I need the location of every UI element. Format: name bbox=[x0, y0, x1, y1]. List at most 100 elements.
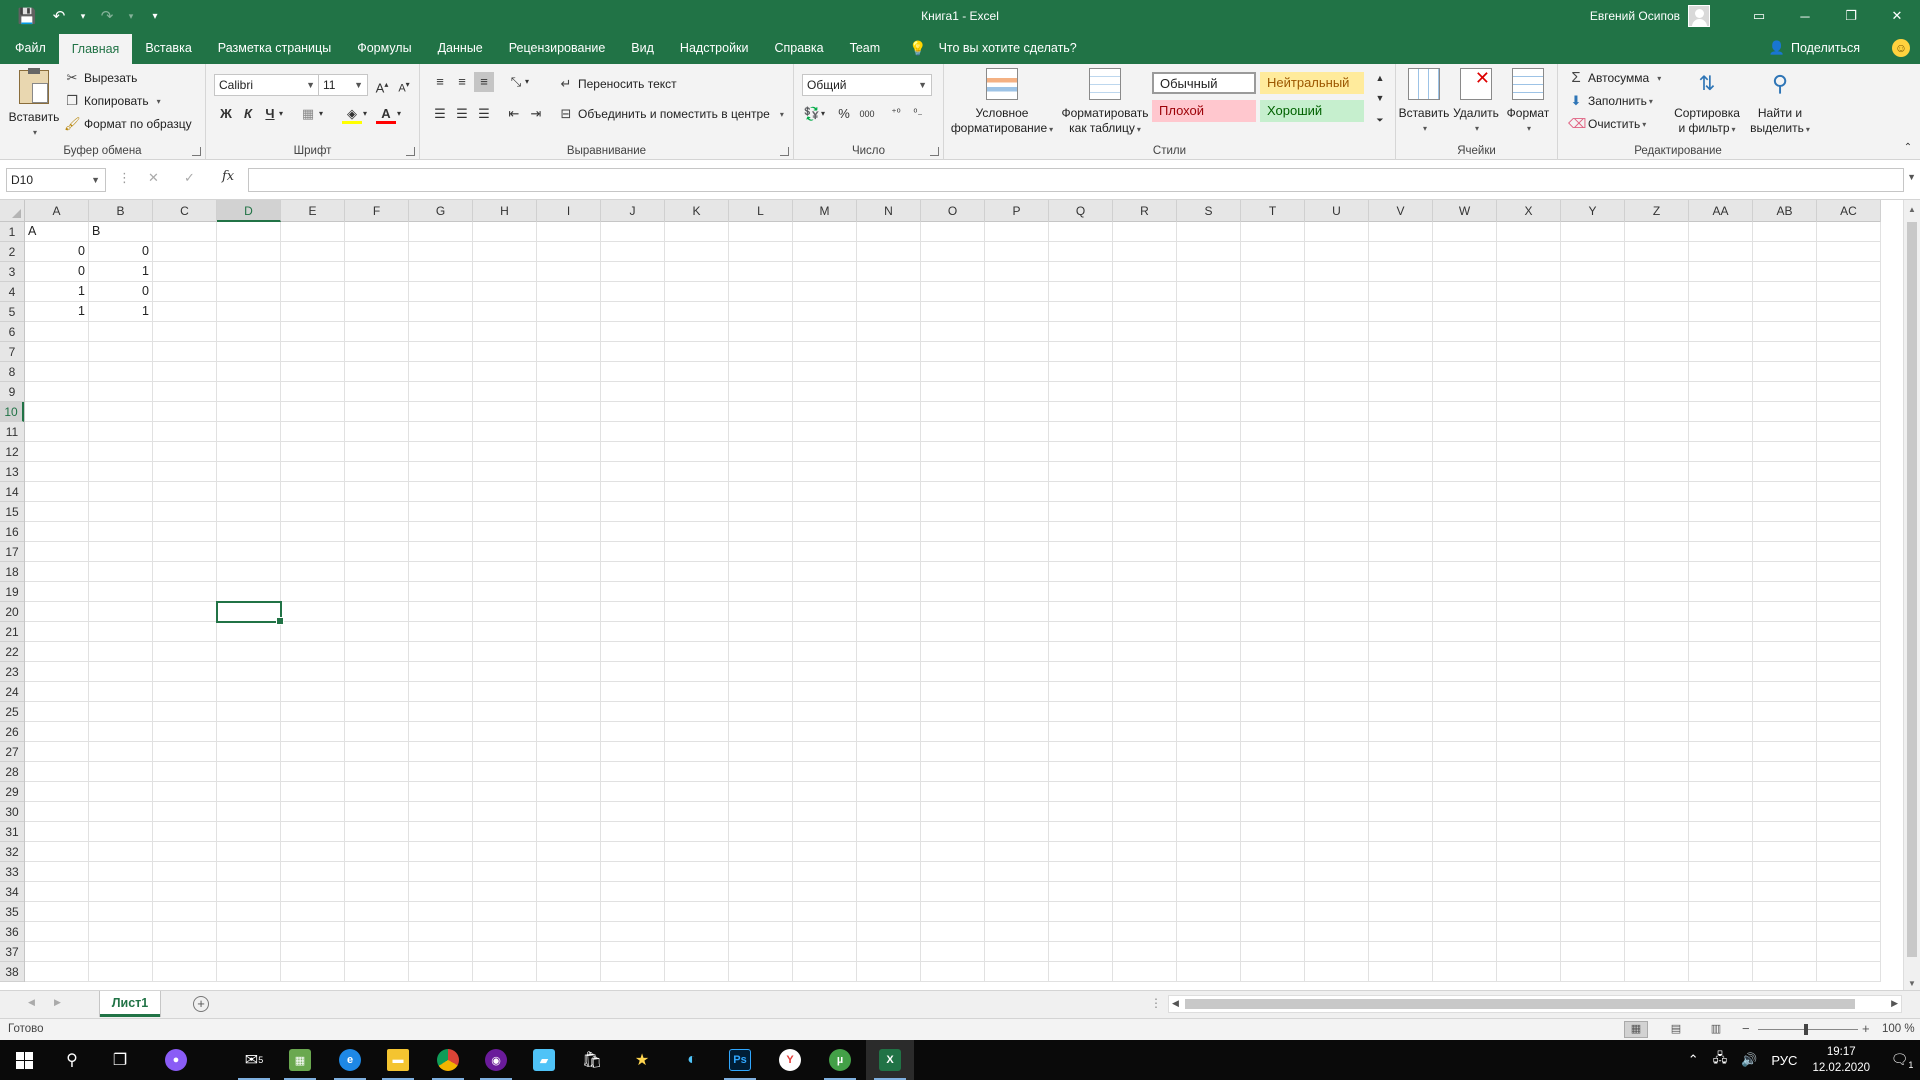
styles-scroll-up-icon[interactable]: ▲ bbox=[1370, 68, 1390, 88]
cell[interactable] bbox=[1817, 802, 1881, 822]
cell[interactable] bbox=[729, 382, 793, 402]
cell[interactable] bbox=[217, 402, 281, 422]
column-header[interactable]: Z bbox=[1625, 200, 1689, 222]
cell[interactable] bbox=[1433, 382, 1497, 402]
cell[interactable] bbox=[89, 462, 153, 482]
cell[interactable] bbox=[857, 842, 921, 862]
cell[interactable] bbox=[1241, 562, 1305, 582]
cell[interactable] bbox=[1753, 402, 1817, 422]
cell[interactable] bbox=[985, 662, 1049, 682]
cell[interactable] bbox=[601, 582, 665, 602]
wrap-text-button[interactable]: ↵ Переносить текст bbox=[558, 76, 677, 92]
cell[interactable] bbox=[1241, 302, 1305, 322]
cell[interactable] bbox=[537, 262, 601, 282]
cell[interactable] bbox=[1497, 502, 1561, 522]
cell[interactable] bbox=[665, 962, 729, 982]
cell[interactable] bbox=[473, 482, 537, 502]
underline-dropdown-icon[interactable]: ▾ bbox=[276, 104, 286, 124]
cell[interactable] bbox=[1049, 502, 1113, 522]
column-header[interactable]: M bbox=[793, 200, 857, 222]
cell[interactable] bbox=[1561, 242, 1625, 262]
cell[interactable] bbox=[153, 782, 217, 802]
row-header[interactable]: 5 bbox=[0, 302, 24, 322]
cell[interactable] bbox=[857, 922, 921, 942]
cell[interactable] bbox=[1689, 382, 1753, 402]
cell[interactable] bbox=[857, 802, 921, 822]
cell[interactable] bbox=[537, 602, 601, 622]
cell[interactable] bbox=[1625, 742, 1689, 762]
column-header[interactable]: B bbox=[89, 200, 153, 222]
cell[interactable] bbox=[793, 662, 857, 682]
formula-bar-handle[interactable]: ⋮ bbox=[118, 170, 131, 186]
cell[interactable] bbox=[985, 422, 1049, 442]
cell[interactable] bbox=[1753, 422, 1817, 442]
cell[interactable] bbox=[793, 942, 857, 962]
cell[interactable] bbox=[89, 622, 153, 642]
cell[interactable] bbox=[665, 582, 729, 602]
cell[interactable] bbox=[1433, 522, 1497, 542]
align-center-icon[interactable]: ☰ bbox=[452, 104, 472, 124]
cell[interactable] bbox=[473, 302, 537, 322]
cell[interactable] bbox=[89, 702, 153, 722]
cell[interactable] bbox=[345, 582, 409, 602]
cell[interactable] bbox=[153, 962, 217, 982]
cell[interactable] bbox=[537, 422, 601, 442]
cell[interactable] bbox=[921, 902, 985, 922]
cell[interactable] bbox=[25, 862, 89, 882]
cell[interactable] bbox=[1753, 702, 1817, 722]
cell[interactable] bbox=[345, 622, 409, 642]
file-explorer-icon[interactable]: ▬ bbox=[374, 1040, 422, 1080]
cell[interactable] bbox=[1817, 782, 1881, 802]
cell[interactable] bbox=[1113, 882, 1177, 902]
cell[interactable] bbox=[537, 682, 601, 702]
cell[interactable] bbox=[793, 262, 857, 282]
cell[interactable] bbox=[89, 962, 153, 982]
cell[interactable] bbox=[217, 602, 281, 622]
align-top-icon[interactable]: ≡ bbox=[430, 72, 450, 92]
cell[interactable] bbox=[1113, 402, 1177, 422]
cell[interactable] bbox=[1689, 242, 1753, 262]
column-header[interactable]: U bbox=[1305, 200, 1369, 222]
cell[interactable] bbox=[409, 302, 473, 322]
cell[interactable] bbox=[1305, 822, 1369, 842]
cell[interactable] bbox=[729, 822, 793, 842]
row-header[interactable]: 8 bbox=[0, 362, 24, 382]
cell[interactable] bbox=[1689, 622, 1753, 642]
cell[interactable] bbox=[217, 962, 281, 982]
cell[interactable] bbox=[1241, 622, 1305, 642]
cell[interactable] bbox=[409, 902, 473, 922]
cell[interactable] bbox=[1369, 822, 1433, 842]
cell[interactable] bbox=[25, 742, 89, 762]
cell[interactable] bbox=[857, 562, 921, 582]
cell[interactable] bbox=[793, 962, 857, 982]
cell[interactable] bbox=[281, 862, 345, 882]
cell[interactable] bbox=[857, 302, 921, 322]
cell[interactable] bbox=[153, 622, 217, 642]
cell[interactable] bbox=[985, 282, 1049, 302]
cell[interactable] bbox=[217, 582, 281, 602]
cell[interactable] bbox=[1177, 422, 1241, 442]
cell[interactable] bbox=[1049, 742, 1113, 762]
cell[interactable] bbox=[729, 782, 793, 802]
cell[interactable] bbox=[1497, 442, 1561, 462]
tab-home[interactable]: Главная bbox=[58, 34, 133, 64]
insert-cells-button[interactable]: Вставить ▾ bbox=[1398, 68, 1450, 136]
cell[interactable] bbox=[1689, 822, 1753, 842]
cell[interactable] bbox=[665, 462, 729, 482]
save-icon[interactable]: 💾 bbox=[14, 3, 40, 29]
cell[interactable] bbox=[1561, 482, 1625, 502]
cell[interactable] bbox=[537, 442, 601, 462]
cell[interactable] bbox=[857, 722, 921, 742]
cell[interactable] bbox=[1049, 402, 1113, 422]
cell[interactable] bbox=[921, 702, 985, 722]
cell[interactable] bbox=[281, 262, 345, 282]
cell[interactable] bbox=[1561, 962, 1625, 982]
cell[interactable] bbox=[665, 722, 729, 742]
cell[interactable] bbox=[409, 482, 473, 502]
cell[interactable] bbox=[1689, 482, 1753, 502]
cell[interactable] bbox=[1689, 942, 1753, 962]
cell[interactable] bbox=[1817, 682, 1881, 702]
cell[interactable] bbox=[1305, 902, 1369, 922]
cell[interactable] bbox=[473, 882, 537, 902]
zoom-level[interactable]: 100 % bbox=[1882, 1023, 1915, 1035]
